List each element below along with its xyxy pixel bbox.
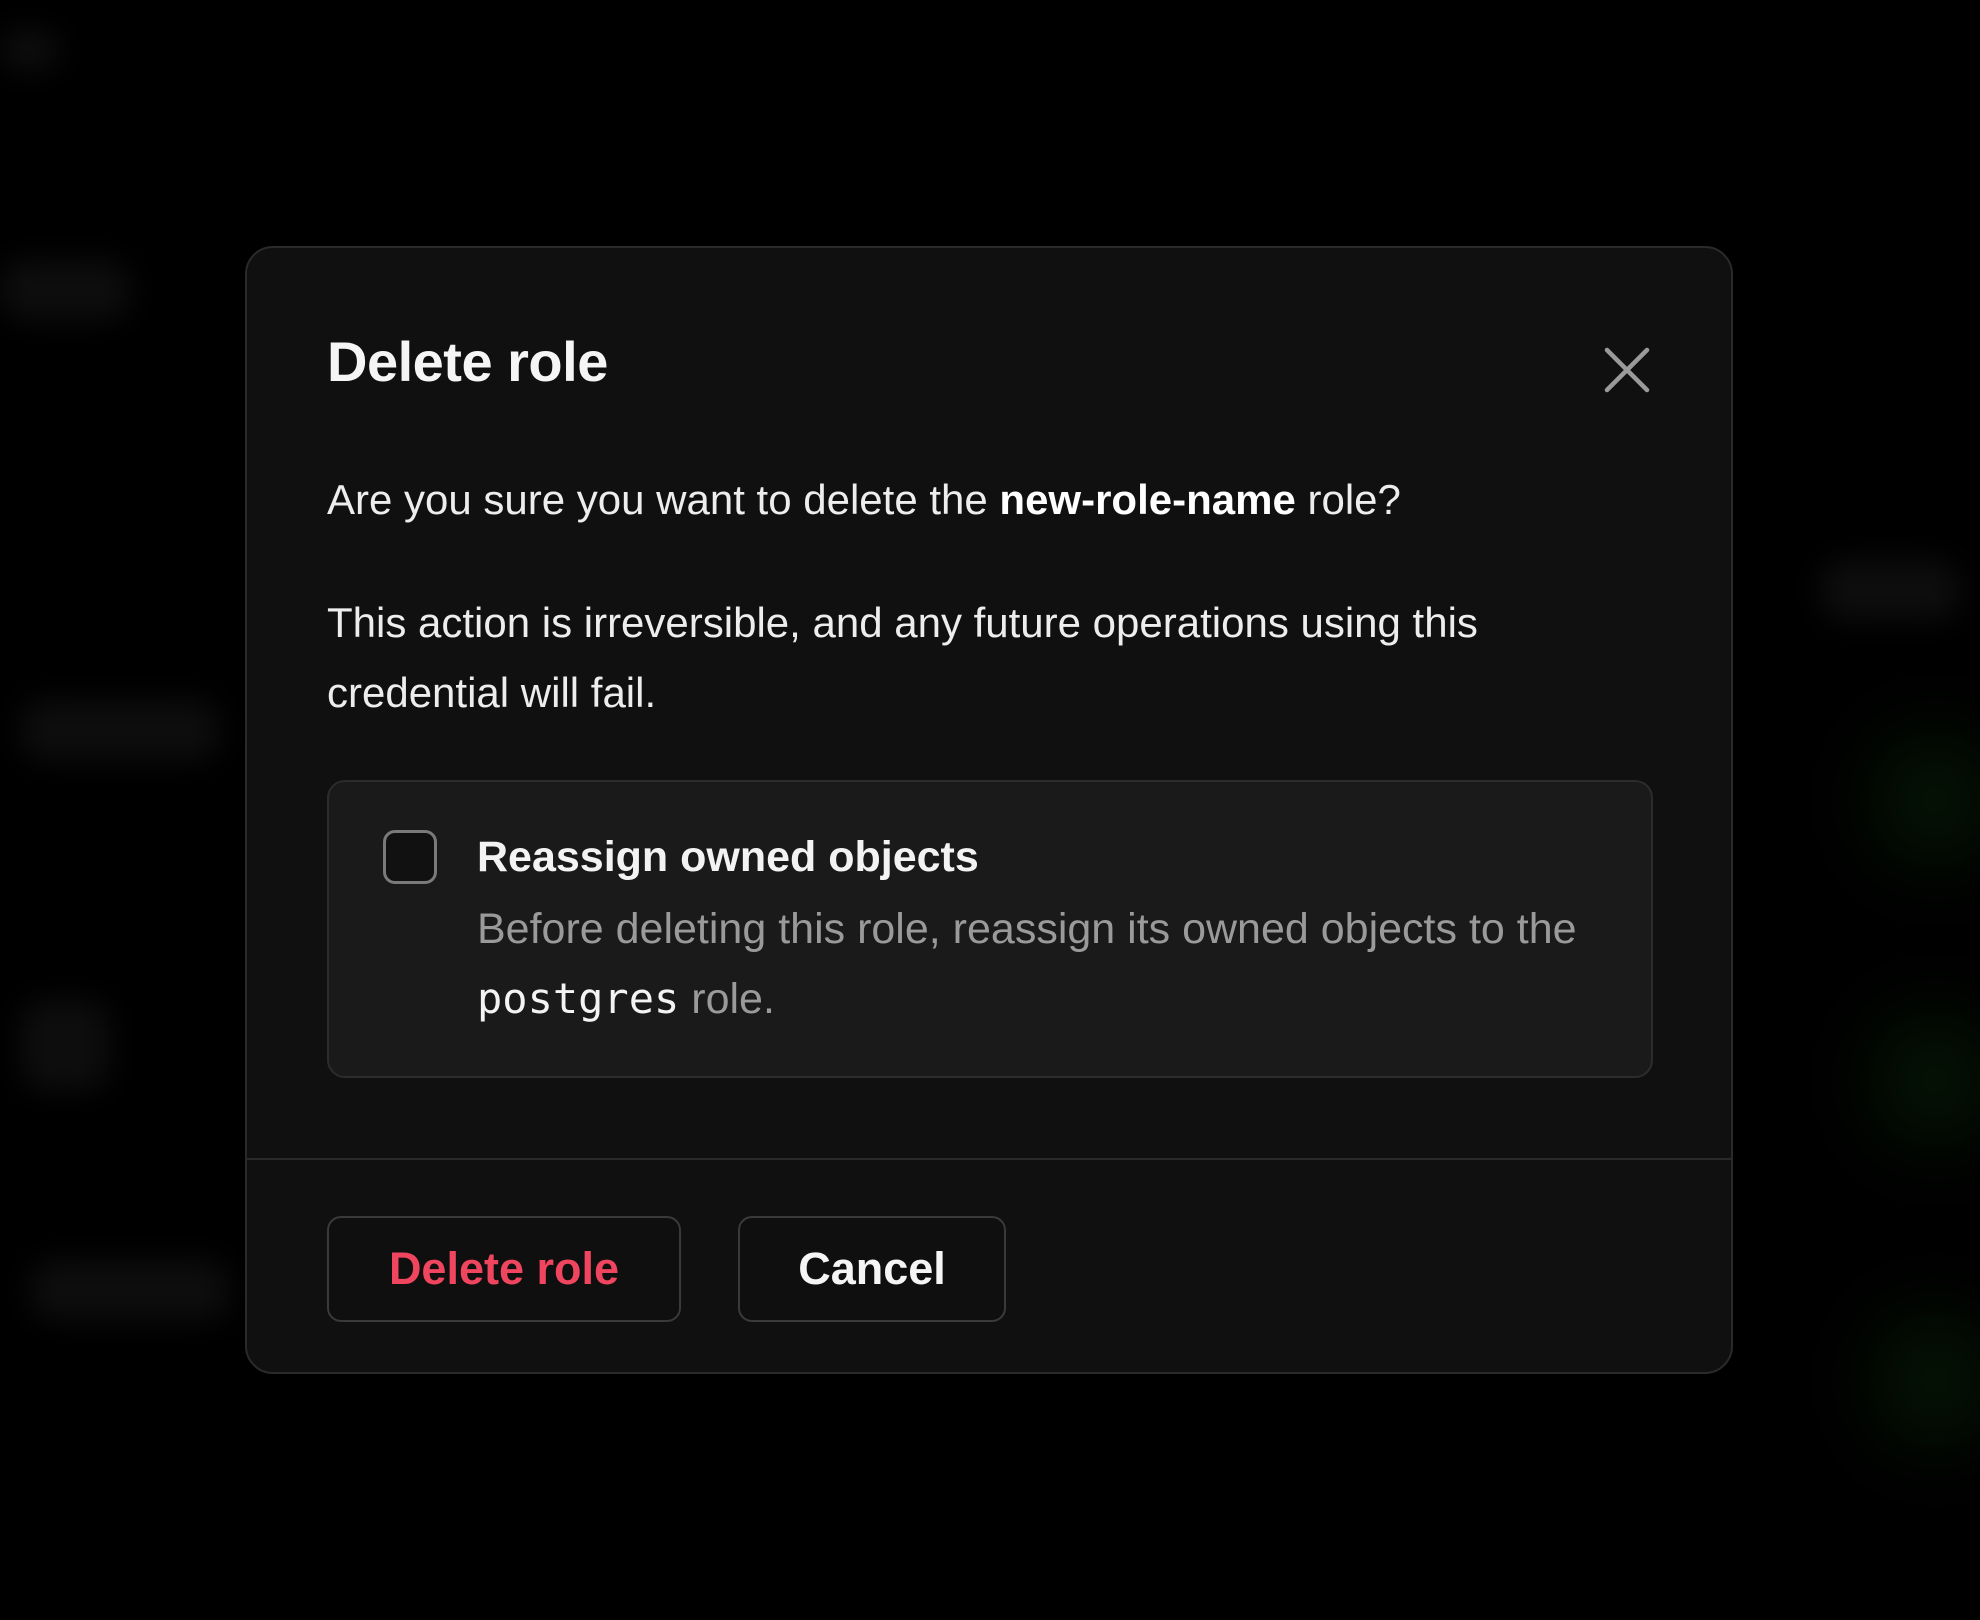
blurred-background-element (1880, 1020, 1980, 1140)
option-desc-prefix: Before deleting this role, reassign its … (477, 905, 1577, 953)
confirm-prefix: Are you sure you want to delete the (327, 476, 1000, 523)
warning-message: This action is irreversible, and any fut… (327, 599, 1478, 716)
blurred-background-element (30, 1260, 230, 1320)
cancel-button[interactable]: Cancel (738, 1216, 1006, 1322)
blurred-background-element (0, 30, 60, 70)
blurred-background-element (20, 700, 220, 760)
delete-role-dialog: Delete role Are you sure you want to del… (245, 246, 1733, 1374)
target-role-name: postgres (477, 974, 680, 1023)
dialog-body: Delete role Are you sure you want to del… (247, 248, 1731, 1158)
delete-role-button[interactable]: Delete role (327, 1216, 681, 1322)
confirm-message: Are you sure you want to delete the new-… (327, 465, 1641, 535)
blurred-background-element (1820, 560, 1960, 620)
blurred-background-element (0, 260, 130, 320)
confirm-suffix: role? (1295, 476, 1401, 523)
option-desc-suffix: role. (679, 975, 775, 1023)
reassign-checkbox[interactable] (383, 830, 437, 884)
dialog-title: Delete role (327, 330, 608, 393)
close-icon (1604, 347, 1650, 393)
blurred-background-element (1880, 1320, 1980, 1440)
role-name: new-role-name (999, 476, 1296, 523)
dialog-footer: Delete role Cancel (247, 1158, 1731, 1372)
close-button[interactable] (1601, 344, 1653, 396)
reassign-option-description: Before deleting this role, reassign its … (477, 894, 1577, 1034)
blurred-background-element (1880, 740, 1980, 860)
reassign-option-card: Reassign owned objects Before deleting t… (327, 780, 1653, 1078)
reassign-option-title: Reassign owned objects (477, 833, 979, 881)
blurred-background-element (20, 1000, 110, 1090)
